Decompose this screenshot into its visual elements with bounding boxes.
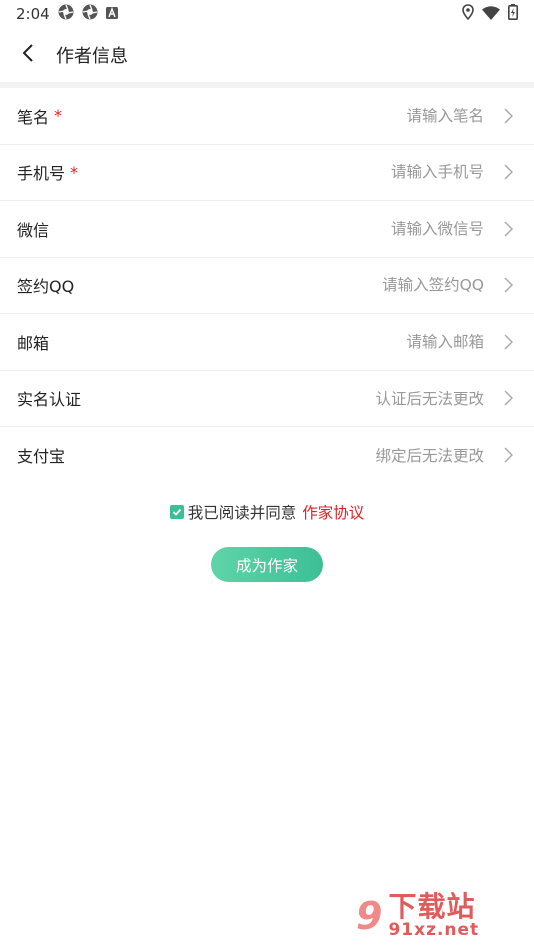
- agreement-row: 我已阅读并同意 作家协议: [0, 500, 534, 524]
- check-icon: [172, 508, 181, 516]
- agreement-text: 我已阅读并同意: [187, 504, 297, 522]
- chevron-right-icon: [498, 275, 518, 295]
- page-title: 作者信息: [56, 46, 128, 67]
- form-row-email[interactable]: 邮箱: [0, 314, 534, 371]
- back-button[interactable]: [0, 28, 56, 82]
- chevron-right-icon: [498, 162, 518, 182]
- status-bar: 2:04: [0, 0, 534, 28]
- required-mark: *: [54, 106, 63, 126]
- wechat-input[interactable]: [244, 219, 484, 238]
- form-row-real-name-auth[interactable]: 实名认证 认证后无法更改: [0, 371, 534, 427]
- chevron-right-icon: [498, 106, 518, 126]
- status-bar-right: [462, 4, 518, 24]
- alipay-label-text: 支付宝: [17, 447, 66, 467]
- watermark-logo: 9: [356, 894, 383, 938]
- form-row-wechat[interactable]: 微信: [0, 201, 534, 258]
- real-name-auth-value: 认证后无法更改: [375, 390, 484, 409]
- become-author-button[interactable]: 成为作家: [211, 547, 323, 582]
- site-watermark: 9 下载站 91xz.net: [356, 886, 526, 946]
- email-input[interactable]: [244, 332, 484, 351]
- location-icon: [462, 4, 474, 24]
- wechat-label-text: 微信: [17, 220, 50, 240]
- email-label-text: 邮箱: [17, 333, 50, 353]
- battery-charging-icon: [508, 4, 518, 24]
- form-row-pen-name[interactable]: 笔名 *: [0, 88, 534, 145]
- watermark-text-en: 91xz.net: [388, 919, 480, 940]
- wifi-icon: [482, 5, 500, 24]
- chevron-right-icon: [498, 332, 518, 352]
- author-info-form: 笔名 * 手机号 * 微信 签约QQ: [0, 88, 534, 484]
- phone-label: 手机号 *: [17, 160, 244, 184]
- font-a-icon: [105, 5, 118, 23]
- alipay-value: 绑定后无法更改: [375, 447, 484, 466]
- author-agreement-link[interactable]: 作家协议: [302, 501, 364, 523]
- watermark-text-cn: 下载站: [388, 890, 476, 924]
- qq-label-text: 签约QQ: [17, 277, 75, 297]
- watermark-text: 下载站 91xz.net: [388, 892, 479, 939]
- real-name-auth-label: 实名认证: [17, 386, 375, 410]
- real-name-auth-label-text: 实名认证: [17, 390, 82, 410]
- alipay-label: 支付宝: [17, 443, 375, 467]
- chevron-right-icon: [498, 388, 518, 408]
- required-mark: *: [70, 162, 79, 182]
- form-row-phone[interactable]: 手机号 *: [0, 145, 534, 201]
- qq-input[interactable]: [244, 276, 484, 295]
- status-time: 2:04: [16, 5, 50, 23]
- phone-input[interactable]: [244, 163, 484, 182]
- pen-name-label-text: 笔名: [17, 107, 50, 127]
- chevron-right-icon: [498, 445, 518, 465]
- form-row-alipay[interactable]: 支付宝 绑定后无法更改: [0, 427, 534, 484]
- wechat-label: 微信: [17, 217, 244, 241]
- agreement-checkbox[interactable]: [169, 505, 184, 519]
- pen-name-label: 笔名 *: [17, 104, 244, 128]
- chevron-left-icon: [21, 43, 35, 67]
- aperture-icon: [58, 4, 74, 24]
- chevron-right-icon: [498, 219, 518, 239]
- app-header: 作者信息: [0, 28, 534, 82]
- phone-label-text: 手机号: [17, 164, 66, 184]
- email-label: 邮箱: [17, 330, 244, 354]
- aperture-icon: [82, 4, 98, 24]
- qq-label: 签约QQ: [17, 273, 244, 297]
- pen-name-input[interactable]: [244, 106, 484, 125]
- form-row-qq[interactable]: 签约QQ: [0, 258, 534, 314]
- status-bar-left: 2:04: [16, 4, 118, 24]
